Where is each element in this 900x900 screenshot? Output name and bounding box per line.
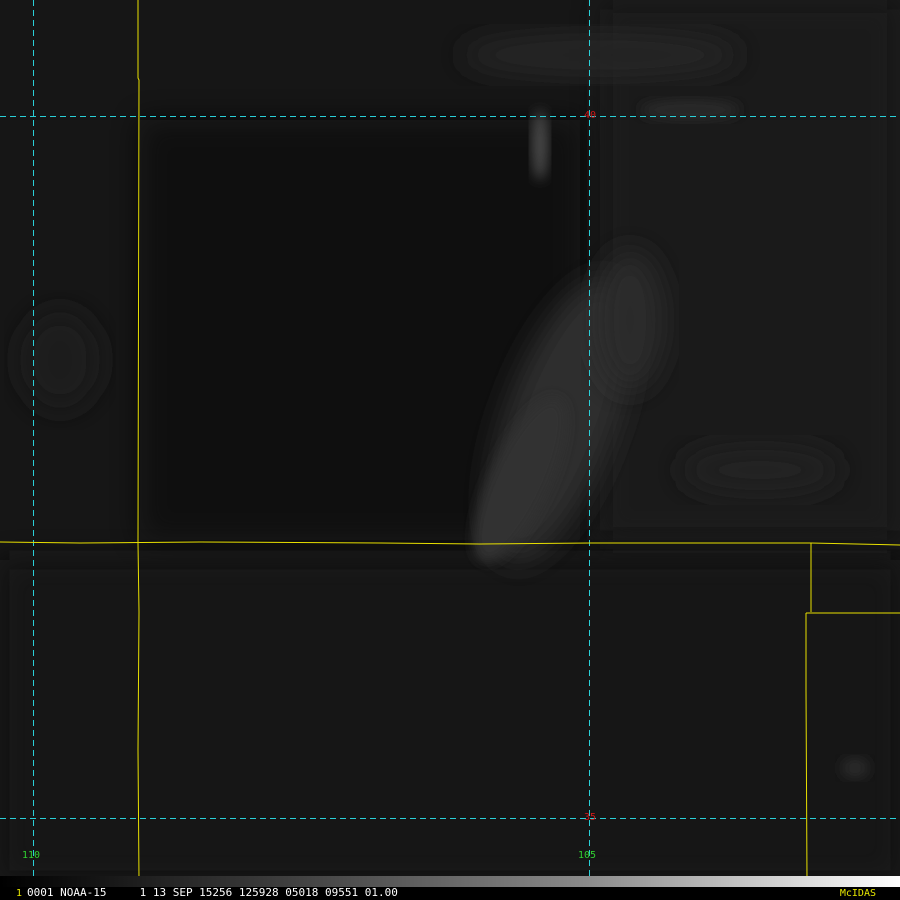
- longitude-label-110: 110: [22, 850, 41, 861]
- frame-marker: 1: [16, 888, 23, 899]
- latitude-label-35: 35: [584, 812, 597, 823]
- satellite-map: [0, 0, 900, 900]
- longitude-label-105: 105: [578, 850, 597, 861]
- mcidas-logo: McIDAS: [839, 888, 876, 899]
- image-metadata-text: 0001 NOAA-15 1 13 SEP 15256 125928 05018…: [27, 886, 398, 899]
- latitude-label-40: 40: [584, 110, 597, 121]
- satellite-image-frame: 40 35 110 105 1 0001 NOAA-15 1 13 SEP 15…: [0, 0, 900, 900]
